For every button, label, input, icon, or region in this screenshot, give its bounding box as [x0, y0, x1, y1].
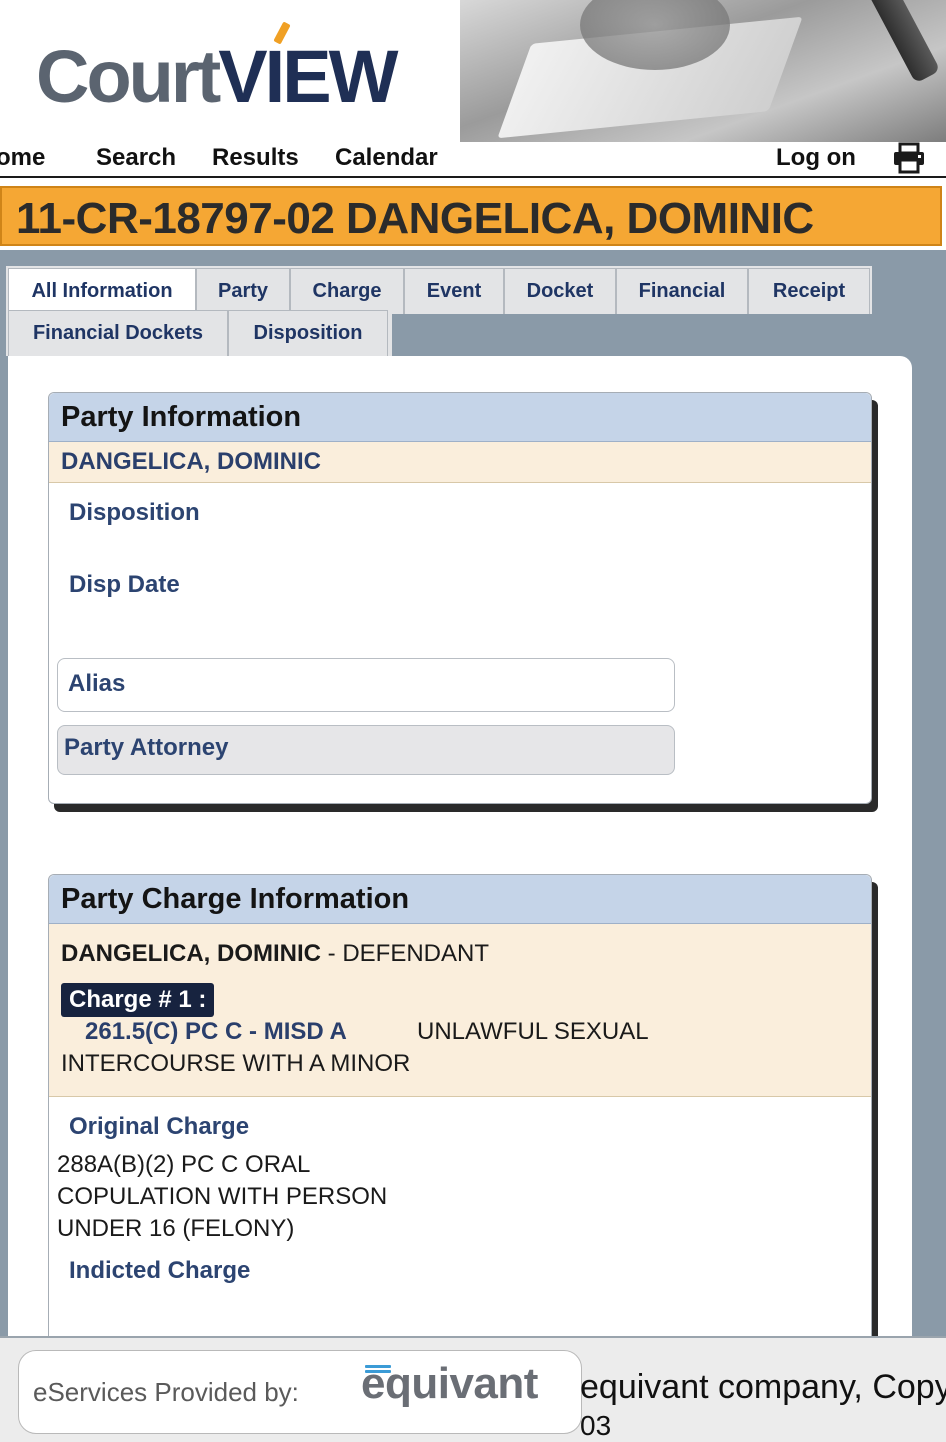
nav-search[interactable]: Search: [96, 144, 176, 172]
tab-docket[interactable]: Docket: [504, 268, 616, 314]
tab-receipt[interactable]: Receipt: [748, 268, 870, 314]
case-title: 11-CR-18797-02 DANGELICA, DOMINIC: [16, 194, 814, 243]
equivant-logo: equivant: [361, 1359, 538, 1408]
eservices-badge[interactable]: eServices Provided by: equivant: [18, 1350, 582, 1434]
charge-number-badge: Charge # 1 :: [61, 983, 215, 1017]
top-navigation: ome Search Results Calendar Log on: [0, 142, 946, 178]
original-charge-line-1: 288A(B)(2) PC C ORAL: [57, 1151, 311, 1178]
eservices-label: eServices Provided by:: [33, 1377, 299, 1407]
indicted-charge-label: Indicted Charge: [69, 1257, 251, 1284]
copyright-text: equivant company, Copy: [580, 1368, 946, 1406]
charge-party-role: - DEFENDANT: [321, 940, 489, 967]
footer: eServices Provided by: equivant equivant…: [0, 1336, 946, 1442]
original-charge-line-2: COPULATION WITH PERSON: [57, 1183, 388, 1210]
alias-section[interactable]: Alias: [57, 658, 675, 712]
disp-date-label: Disp Date: [69, 571, 180, 598]
party-attorney-label: Party Attorney: [64, 734, 229, 761]
charge-party-name[interactable]: DANGELICA, DOMINIC: [61, 940, 321, 967]
tab-event[interactable]: Event: [404, 268, 504, 314]
panel-title: Party Information: [61, 401, 302, 433]
tab-all-information[interactable]: All Information: [8, 268, 196, 314]
panel-title: Party Charge Information: [61, 883, 410, 915]
nav-calendar[interactable]: Calendar: [335, 144, 438, 172]
tab-financial[interactable]: Financial: [616, 268, 748, 314]
header-banner-image: [460, 0, 946, 142]
disposition-label: Disposition: [69, 499, 200, 526]
printer-icon[interactable]: [892, 142, 926, 174]
courtview-logo[interactable]: CourtVIEW: [36, 21, 456, 122]
content-area: Party Information DANGELICA, DOMINIC Dis…: [8, 356, 912, 1396]
tab-charge[interactable]: Charge: [290, 268, 404, 314]
charge-description-line-1: UNLAWFUL SEXUAL: [417, 1018, 649, 1045]
original-charge-label: Original Charge: [69, 1113, 250, 1140]
party-information-panel: Party Information DANGELICA, DOMINIC Dis…: [48, 392, 872, 804]
nav-home[interactable]: ome: [0, 144, 45, 172]
logo-court-text: Court: [36, 35, 221, 118]
copyright-text-2: 03: [580, 1410, 612, 1441]
log-on-link[interactable]: Log on: [776, 144, 856, 172]
tab-financial-dockets[interactable]: Financial Dockets: [8, 310, 228, 356]
charge-description-line-2: INTERCOURSE WITH A MINOR: [61, 1050, 411, 1077]
logo-view-text: VIEW: [218, 35, 398, 118]
original-charge-line-3: UNDER 16 (FELONY): [57, 1215, 295, 1242]
tab-disposition[interactable]: Disposition: [228, 310, 388, 356]
tab-party[interactable]: Party: [196, 268, 290, 314]
charge-party-line: DANGELICA, DOMINIC - DEFENDANT: [61, 940, 489, 968]
nav-results[interactable]: Results: [212, 144, 299, 172]
party-name[interactable]: DANGELICA, DOMINIC: [61, 448, 321, 476]
case-banner: 11-CR-18797-02 DANGELICA, DOMINIC: [0, 186, 942, 246]
party-attorney-section[interactable]: Party Attorney: [57, 725, 675, 775]
alias-label: Alias: [68, 670, 126, 697]
party-charge-information-panel: Party Charge Information DANGELICA, DOMI…: [48, 874, 872, 1396]
charge-code[interactable]: 261.5(C) PC C - MISD A: [85, 1018, 347, 1046]
